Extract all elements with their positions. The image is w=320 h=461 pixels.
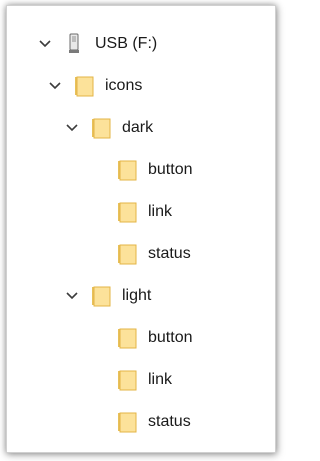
tree-item-label: dark — [122, 119, 154, 136]
tree-item-icons[interactable]: icons — [47, 69, 142, 103]
tree-item-dark-button[interactable]: button — [116, 153, 192, 187]
chevron-down-icon[interactable] — [47, 78, 63, 94]
tree-item-label: icons — [105, 77, 143, 94]
folder-tree-panel: USB (F:) icons dark button link status l… — [6, 5, 276, 453]
screenshot-stage: USB (F:) icons dark button link status l… — [0, 0, 284, 461]
tree-item-label: button — [148, 161, 193, 178]
usb-drive-icon — [63, 32, 85, 56]
folder-icon — [116, 410, 138, 434]
tree-item-label: button — [148, 329, 193, 346]
tree-item-light-button[interactable]: button — [116, 321, 192, 355]
folder-icon — [116, 368, 138, 392]
folder-icon — [116, 200, 138, 224]
folder-icon — [90, 116, 112, 140]
chevron-down-icon[interactable] — [64, 120, 80, 136]
tree-item-label: light — [122, 287, 152, 304]
folder-icon — [116, 326, 138, 350]
folder-icon — [73, 74, 95, 98]
folder-icon — [90, 284, 112, 308]
folder-icon — [116, 158, 138, 182]
tree-item-label: status — [148, 413, 191, 430]
chevron-down-icon[interactable] — [64, 288, 80, 304]
tree-item-dark[interactable]: dark — [64, 111, 153, 145]
folder-icon — [116, 242, 138, 266]
tree-item-light[interactable]: light — [64, 279, 151, 313]
tree-item-dark-link[interactable]: link — [116, 195, 172, 229]
chevron-down-icon[interactable] — [37, 36, 53, 52]
tree-item-light-link[interactable]: link — [116, 363, 172, 397]
tree-item-usb-drive[interactable]: USB (F:) — [37, 27, 157, 61]
tree-item-label: link — [148, 203, 173, 220]
tree-item-label: USB (F:) — [95, 35, 158, 52]
tree-item-label: link — [148, 371, 173, 388]
tree-item-label: status — [148, 245, 191, 262]
tree-item-dark-status[interactable]: status — [116, 237, 191, 271]
tree-item-light-status[interactable]: status — [116, 405, 191, 439]
